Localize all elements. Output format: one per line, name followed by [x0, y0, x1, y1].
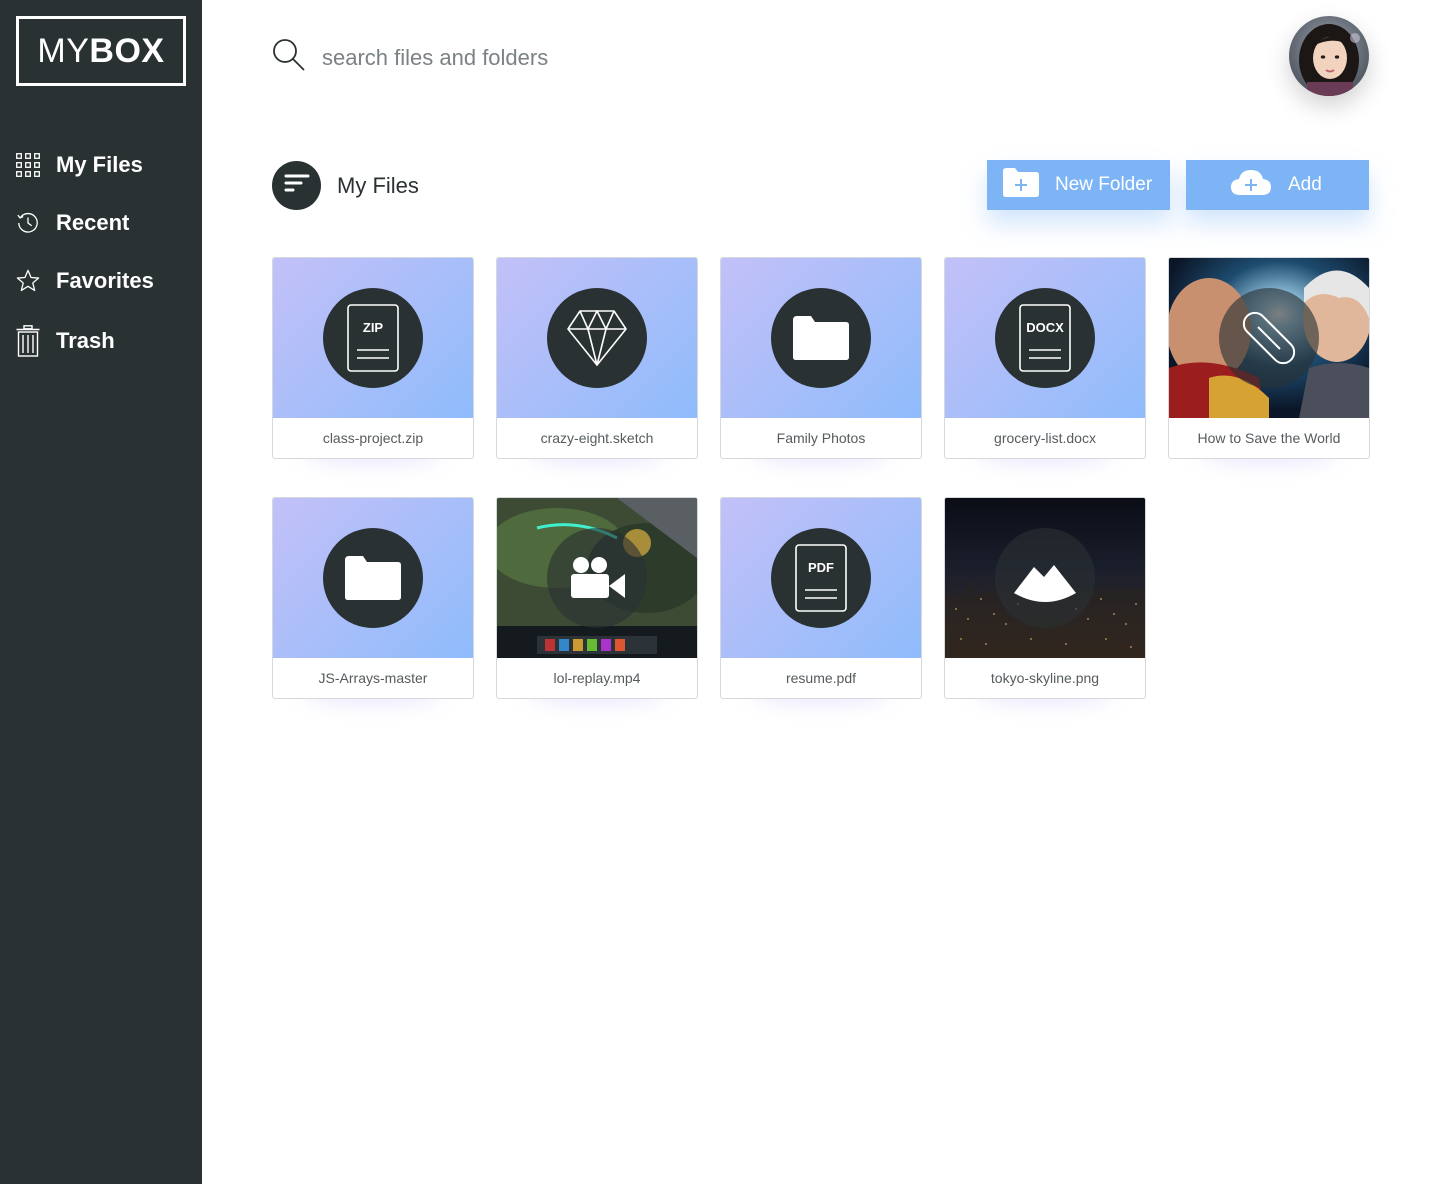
logo-text-thin: MY [37, 31, 90, 70]
pdf-file-icon: PDF [771, 528, 871, 628]
sort-lines-icon [284, 173, 310, 198]
sidebar-item-recent[interactable]: Recent [16, 209, 129, 237]
file-type-badge: DOCX [1026, 320, 1064, 335]
file-name: crazy-eight.sketch [540, 430, 654, 446]
star-icon [16, 267, 40, 295]
folder-plus-icon [1003, 167, 1039, 203]
docx-file-icon: DOCX [995, 288, 1095, 388]
clock-icon [16, 209, 40, 237]
sort-button[interactable] [272, 161, 321, 210]
file-name: How to Save the World [1197, 430, 1341, 446]
sidebar-item-favorites[interactable]: Favorites [16, 267, 154, 295]
video-camera-icon [547, 528, 647, 628]
avatar[interactable] [1289, 16, 1369, 96]
app-logo[interactable]: MY BOX [16, 16, 186, 86]
diamond-icon [547, 288, 647, 388]
file-card[interactable]: ZIP class-project.zip [272, 257, 474, 459]
file-thumbnail [273, 498, 473, 658]
file-name: lol-replay.mp4 [553, 670, 641, 686]
file-type-badge: PDF [808, 560, 834, 575]
new-folder-label: New Folder [1055, 174, 1153, 195]
file-card[interactable]: JS-Arrays-master [272, 497, 474, 699]
file-thumbnail [497, 258, 697, 418]
file-name: grocery-list.docx [994, 430, 1096, 446]
file-thumbnail [497, 498, 697, 658]
file-thumbnail: ZIP [273, 258, 473, 418]
sidebar-item-trash[interactable]: Trash [16, 325, 115, 357]
add-label: Add [1288, 174, 1322, 195]
cloud-upload-icon [1230, 168, 1272, 202]
file-name: resume.pdf [785, 670, 857, 686]
trash-icon [16, 325, 40, 357]
file-card[interactable]: lol-replay.mp4 [496, 497, 698, 699]
folder-icon [771, 288, 871, 388]
file-thumbnail: PDF [721, 498, 921, 658]
image-mountain-icon [995, 528, 1095, 628]
zip-file-icon: ZIP [323, 288, 423, 388]
add-button[interactable]: Add [1186, 160, 1369, 210]
file-thumbnail [1169, 258, 1369, 418]
new-folder-button[interactable]: New Folder [987, 160, 1170, 210]
file-thumbnail: DOCX [945, 258, 1145, 418]
file-type-badge: ZIP [362, 320, 384, 335]
search-input[interactable] [322, 44, 822, 71]
sidebar: MY BOX My Files Recent Favorites Trash [0, 0, 202, 1184]
sidebar-item-label: Favorites [56, 268, 154, 293]
folder-icon [323, 528, 423, 628]
search-icon[interactable] [272, 38, 306, 77]
file-thumbnail [945, 498, 1145, 658]
file-card[interactable]: crazy-eight.sketch [496, 257, 698, 459]
sidebar-item-my-files[interactable]: My Files [16, 151, 143, 179]
sidebar-item-label: Trash [56, 328, 115, 353]
file-card[interactable]: Family Photos [720, 257, 922, 459]
file-card[interactable]: tokyo-skyline.png [944, 497, 1146, 699]
search-bar [272, 38, 822, 77]
file-name: class-project.zip [322, 430, 424, 446]
file-thumbnail [721, 258, 921, 418]
page-header: My Files [272, 161, 419, 210]
file-name: tokyo-skyline.png [990, 670, 1100, 686]
grid-icon [16, 151, 40, 179]
link-icon [1219, 288, 1319, 388]
file-name: JS-Arrays-master [318, 670, 428, 686]
file-card[interactable]: DOCX grocery-list.docx [944, 257, 1146, 459]
file-card[interactable]: PDF resume.pdf [720, 497, 922, 699]
sidebar-item-label: My Files [56, 152, 143, 177]
logo-text-bold: BOX [89, 31, 165, 70]
file-name: Family Photos [776, 430, 866, 446]
sidebar-item-label: Recent [56, 210, 130, 235]
page-title: My Files [337, 172, 419, 198]
file-card[interactable]: How to Save the World [1168, 257, 1370, 459]
